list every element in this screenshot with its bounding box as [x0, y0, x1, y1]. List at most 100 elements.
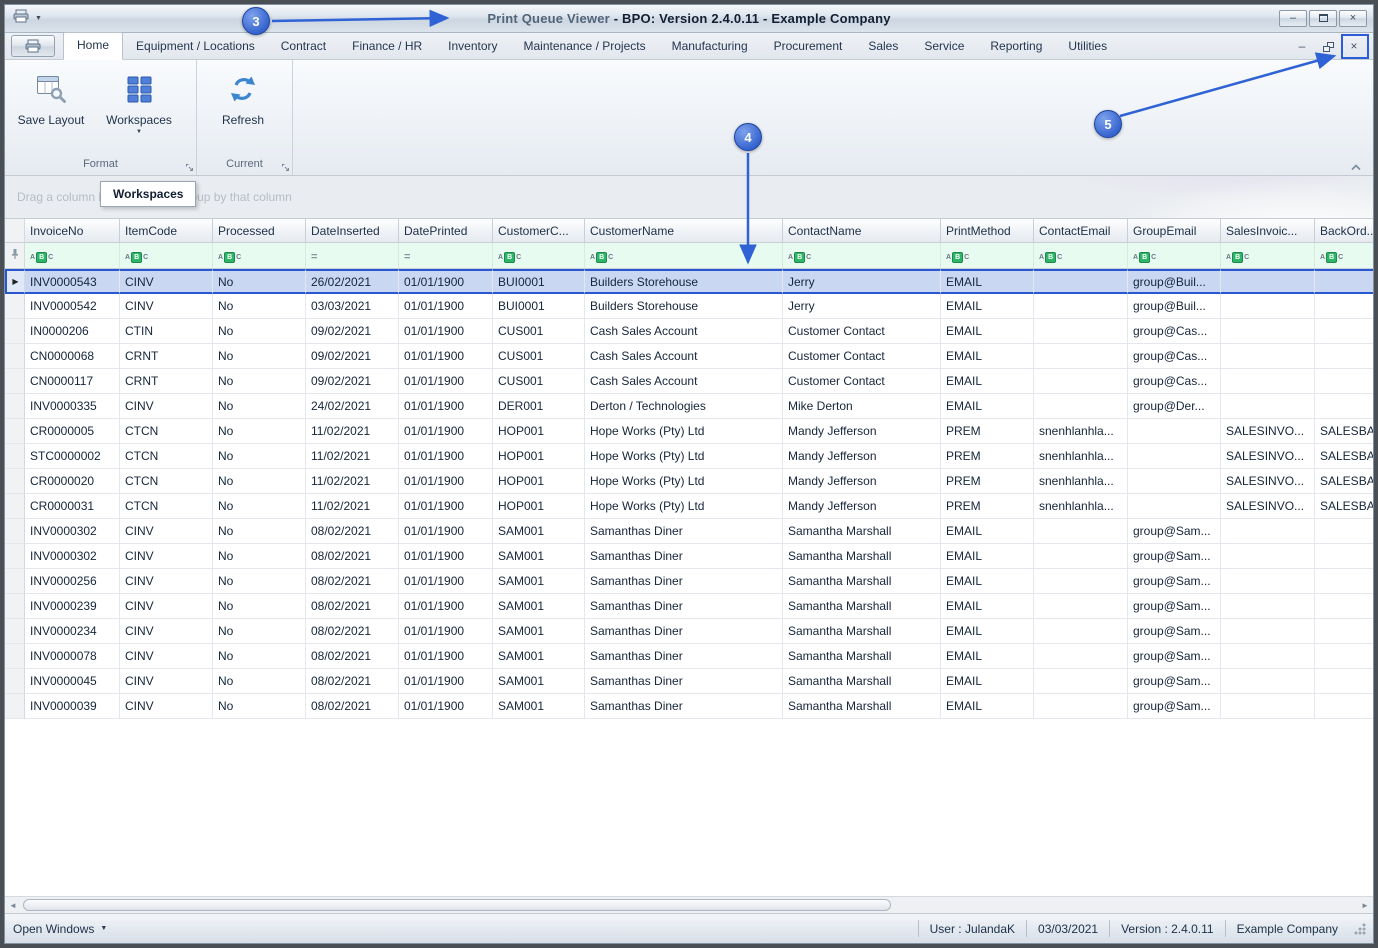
- cell[interactable]: 01/01/1900: [399, 319, 493, 344]
- cell[interactable]: [1221, 619, 1315, 644]
- cell[interactable]: No: [213, 444, 306, 469]
- tab-contract[interactable]: Contract: [268, 34, 339, 59]
- cell[interactable]: 08/02/2021: [306, 694, 399, 719]
- cell[interactable]: group@Sam...: [1128, 694, 1221, 719]
- cell[interactable]: CTCN: [120, 494, 213, 519]
- cell[interactable]: 09/02/2021: [306, 344, 399, 369]
- cell[interactable]: [1034, 594, 1128, 619]
- cell[interactable]: PREM: [941, 444, 1034, 469]
- cell[interactable]: No: [213, 619, 306, 644]
- grid-row[interactable]: CN0000117 CRNT No 09/02/2021 01/01/1900 CUS00…: [5, 369, 1373, 394]
- tab-procurement[interactable]: Procurement: [761, 34, 856, 59]
- cell[interactable]: No: [213, 494, 306, 519]
- cell[interactable]: INV0000543: [25, 269, 120, 294]
- grid-row[interactable]: ▶ INV0000543 CINV No 26/02/2021 01/01/1900 BUI…: [5, 269, 1373, 294]
- cell[interactable]: [1034, 619, 1128, 644]
- cell[interactable]: BUI0001: [493, 269, 585, 294]
- cell[interactable]: 01/01/1900: [399, 269, 493, 294]
- cell[interactable]: HOP001: [493, 419, 585, 444]
- column-header-itemcode[interactable]: ItemCode: [120, 219, 213, 243]
- cell[interactable]: [1315, 544, 1373, 569]
- cell[interactable]: [1034, 319, 1128, 344]
- grid-row[interactable]: INV0000542 CINV No 03/03/2021 01/01/1900 BUI0…: [5, 294, 1373, 319]
- grid-row[interactable]: INV0000302 CINV No 08/02/2021 01/01/1900 SAM0…: [5, 544, 1373, 569]
- resize-grip[interactable]: [1353, 921, 1367, 936]
- cell[interactable]: SALESINVO...: [1221, 419, 1315, 444]
- cell[interactable]: CINV: [120, 394, 213, 419]
- cell[interactable]: CTIN: [120, 319, 213, 344]
- cell[interactable]: Samantha Marshall: [783, 594, 941, 619]
- cell[interactable]: No: [213, 319, 306, 344]
- cell[interactable]: Builders Storehouse: [585, 294, 783, 319]
- cell[interactable]: group@Sam...: [1128, 644, 1221, 669]
- group-by-panel[interactable]: Drag a column header here to group by th…: [5, 176, 1373, 219]
- ribbon-restore-button[interactable]: [1317, 38, 1339, 56]
- cell[interactable]: 11/02/2021: [306, 469, 399, 494]
- abc-filter-icon[interactable]: ABC: [946, 252, 969, 263]
- cell[interactable]: EMAIL: [941, 694, 1034, 719]
- cell[interactable]: [1315, 294, 1373, 319]
- column-header-contactname[interactable]: ContactName: [783, 219, 941, 243]
- cell[interactable]: INV0000302: [25, 544, 120, 569]
- cell[interactable]: No: [213, 419, 306, 444]
- cell[interactable]: No: [213, 294, 306, 319]
- abc-filter-icon[interactable]: ABC: [125, 252, 148, 263]
- cell[interactable]: [1034, 294, 1128, 319]
- quick-access-caret-icon[interactable]: ▼: [35, 15, 42, 22]
- grid-row[interactable]: INV0000335 CINV No 24/02/2021 01/01/1900 DER0…: [5, 394, 1373, 419]
- grid-row[interactable]: INV0000239 CINV No 08/02/2021 01/01/1900 SAM0…: [5, 594, 1373, 619]
- cell[interactable]: 09/02/2021: [306, 319, 399, 344]
- cell[interactable]: 08/02/2021: [306, 569, 399, 594]
- cell[interactable]: 01/01/1900: [399, 369, 493, 394]
- cell[interactable]: 01/01/1900: [399, 669, 493, 694]
- ribbon-collapse-icon[interactable]: [1349, 162, 1363, 171]
- cell[interactable]: INV0000256: [25, 569, 120, 594]
- tab-utilities[interactable]: Utilities: [1055, 34, 1120, 59]
- cell[interactable]: SAM001: [493, 644, 585, 669]
- cell[interactable]: Jerry: [783, 294, 941, 319]
- column-header-invoiceno[interactable]: InvoiceNo: [25, 219, 120, 243]
- cell[interactable]: [1034, 394, 1128, 419]
- cell[interactable]: 01/01/1900: [399, 419, 493, 444]
- cell[interactable]: [1315, 394, 1373, 419]
- grid-row[interactable]: STC0000002 CTCN No 11/02/2021 01/01/1900 HOP0…: [5, 444, 1373, 469]
- cell[interactable]: No: [213, 594, 306, 619]
- cell[interactable]: 01/01/1900: [399, 394, 493, 419]
- cell[interactable]: snenhlanhla...: [1034, 444, 1128, 469]
- cell[interactable]: SAM001: [493, 569, 585, 594]
- cell[interactable]: No: [213, 369, 306, 394]
- cell[interactable]: Samantha Marshall: [783, 644, 941, 669]
- cell[interactable]: HOP001: [493, 469, 585, 494]
- cell[interactable]: [1315, 269, 1373, 294]
- abc-filter-icon[interactable]: ABC: [30, 252, 53, 263]
- minimize-button[interactable]: –: [1279, 10, 1307, 27]
- cell[interactable]: SALESBA: [1315, 469, 1373, 494]
- cell[interactable]: PREM: [941, 494, 1034, 519]
- cell[interactable]: [1315, 369, 1373, 394]
- cell[interactable]: [1034, 569, 1128, 594]
- cell[interactable]: INV0000234: [25, 619, 120, 644]
- cell[interactable]: 01/01/1900: [399, 619, 493, 644]
- cell[interactable]: [1034, 669, 1128, 694]
- cell[interactable]: 01/01/1900: [399, 294, 493, 319]
- cell[interactable]: Cash Sales Account: [585, 369, 783, 394]
- cell[interactable]: 01/01/1900: [399, 344, 493, 369]
- refresh-button[interactable]: Refresh: [199, 66, 287, 129]
- cell[interactable]: [1128, 419, 1221, 444]
- cell[interactable]: group@Cas...: [1128, 319, 1221, 344]
- cell[interactable]: SAM001: [493, 694, 585, 719]
- grid-row[interactable]: INV0000045 CINV No 08/02/2021 01/01/1900 SAM0…: [5, 669, 1373, 694]
- cell[interactable]: EMAIL: [941, 619, 1034, 644]
- cell[interactable]: CN0000117: [25, 369, 120, 394]
- cell[interactable]: [1034, 269, 1128, 294]
- cell[interactable]: [1221, 294, 1315, 319]
- cell[interactable]: Samanthas Diner: [585, 544, 783, 569]
- cell[interactable]: 01/01/1900: [399, 569, 493, 594]
- cell[interactable]: [1034, 694, 1128, 719]
- cell[interactable]: [1221, 544, 1315, 569]
- cell[interactable]: CN0000068: [25, 344, 120, 369]
- grid-row[interactable]: INV0000234 CINV No 08/02/2021 01/01/1900 SAM0…: [5, 619, 1373, 644]
- cell[interactable]: Hope Works (Pty) Ltd: [585, 419, 783, 444]
- cell[interactable]: SALESINVO...: [1221, 469, 1315, 494]
- cell[interactable]: PREM: [941, 419, 1034, 444]
